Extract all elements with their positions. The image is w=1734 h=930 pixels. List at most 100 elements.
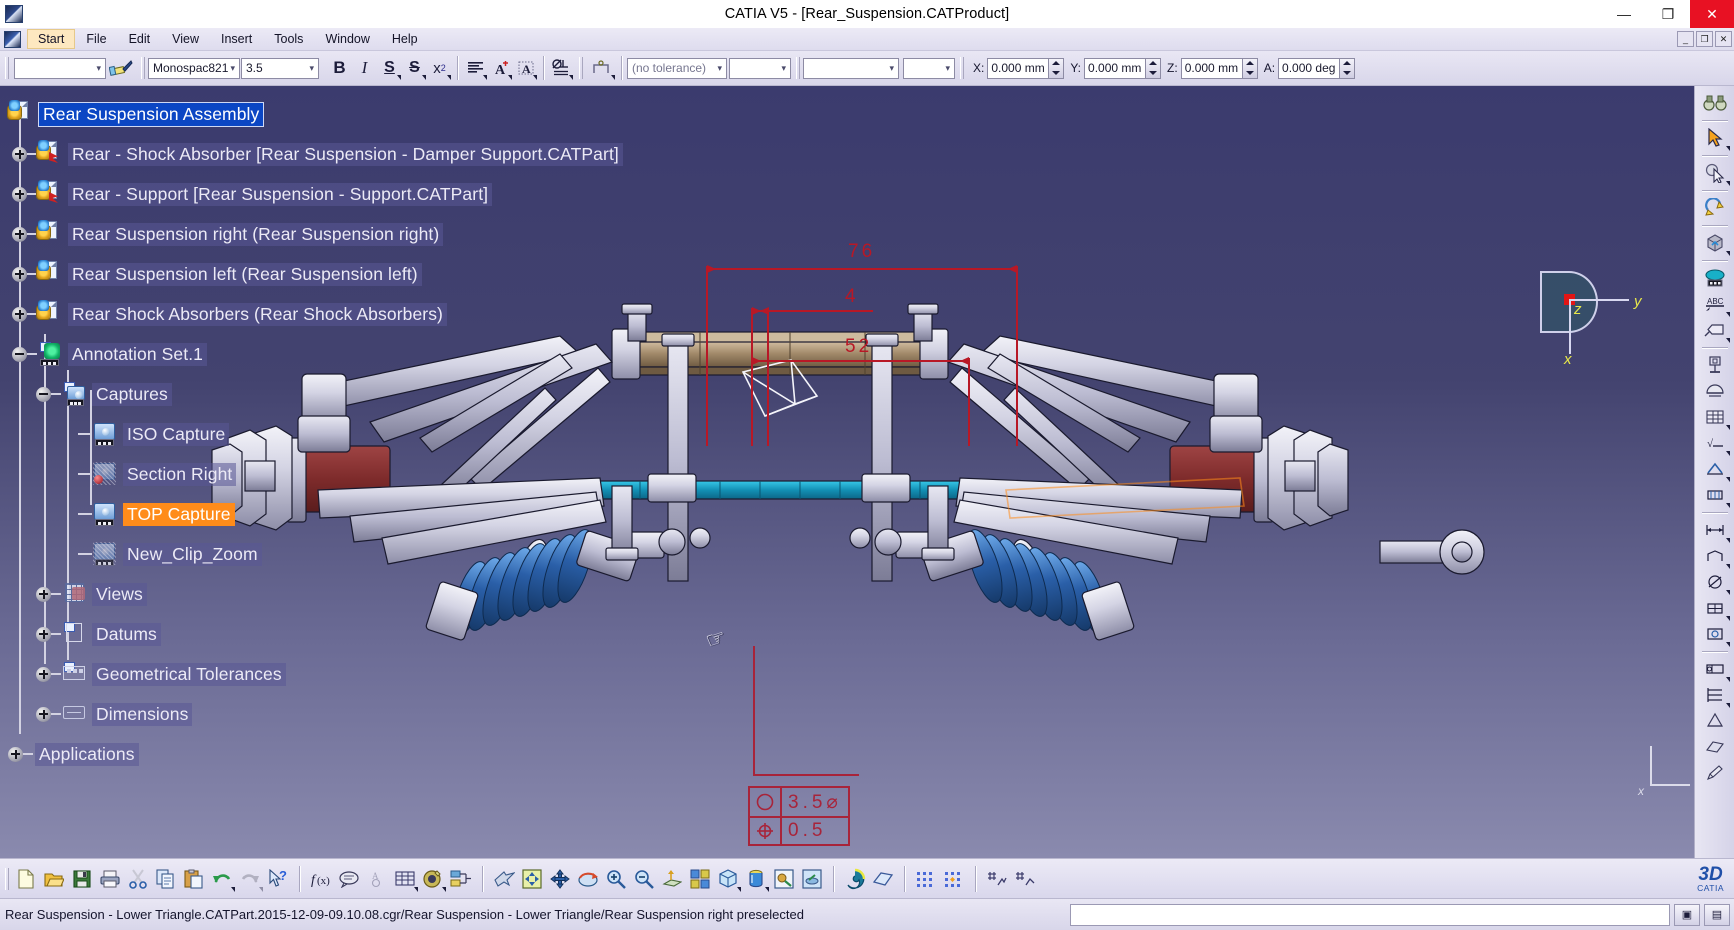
coordinate-dim-icon[interactable]	[1700, 595, 1730, 621]
menu-item-file[interactable]: File	[75, 29, 117, 49]
tolerance-combo[interactable]: (no tolerance) ▾	[627, 57, 727, 79]
tree-item-views[interactable]: Views	[4, 574, 623, 614]
insert-text-icon[interactable]: A	[488, 56, 513, 81]
underline-button[interactable]: S	[377, 56, 402, 81]
grid-highlight-icon[interactable]	[940, 864, 968, 894]
coordinate-y-input[interactable]	[1084, 57, 1147, 79]
coordinate-x-stepper[interactable]	[1049, 57, 1065, 79]
text-frame-icon[interactable]: A	[513, 56, 538, 81]
extra-combo-1[interactable]: ▾	[803, 57, 899, 79]
paste-icon[interactable]	[180, 864, 208, 894]
multi-view-icon[interactable]	[686, 864, 714, 894]
select-feature-icon[interactable]	[1700, 160, 1730, 186]
apply-texture-icon[interactable]	[798, 864, 826, 894]
status-command-input[interactable]	[1070, 903, 1670, 926]
zoom-in-icon[interactable]	[602, 864, 630, 894]
measure-icon[interactable]	[1700, 708, 1730, 734]
menu-app-logo-icon[interactable]	[4, 30, 21, 48]
style-combo[interactable]: ▾	[14, 57, 106, 79]
expand-icon[interactable]	[12, 186, 27, 202]
undo-icon[interactable]	[208, 864, 236, 894]
snap-to-point-2-icon[interactable]	[1011, 864, 1039, 894]
formula-icon[interactable]: f (x)	[307, 864, 335, 894]
menu-item-tools[interactable]: Tools	[263, 29, 314, 49]
menu-item-insert[interactable]: Insert	[210, 29, 263, 49]
coordinate-x-input[interactable]	[987, 57, 1050, 79]
tree-item-iso-capture[interactable]: ISO Capture	[4, 414, 623, 454]
print-icon[interactable]	[96, 864, 124, 894]
collapse-icon[interactable]	[36, 386, 51, 402]
collapse-icon[interactable]	[12, 346, 27, 362]
strikethrough-button[interactable]: S	[402, 56, 427, 81]
minimize-button[interactable]: —	[1602, 0, 1646, 28]
menu-item-edit[interactable]: Edit	[118, 29, 162, 49]
maximize-button[interactable]: ❐	[1646, 0, 1690, 28]
save-icon[interactable]	[68, 864, 96, 894]
tolerance-symbol-icon[interactable]	[549, 56, 574, 81]
menu-item-view[interactable]: View	[161, 29, 210, 49]
datum-icon[interactable]	[1700, 352, 1730, 378]
clipping-icon[interactable]	[869, 864, 897, 894]
roughness-icon[interactable]	[1700, 378, 1730, 404]
mdi-restore-button[interactable]: ❐	[1696, 31, 1713, 47]
select-arrow-icon[interactable]	[1700, 125, 1730, 151]
bold-button[interactable]: B	[327, 56, 352, 81]
toolbar-grip[interactable]	[5, 57, 9, 79]
datum-feature-icon[interactable]	[586, 56, 616, 81]
toolbar-grip-5[interactable]	[960, 57, 964, 79]
thread-icon[interactable]	[1700, 482, 1730, 508]
tree-item-annotation-set[interactable]: Annotation Set.1	[4, 334, 623, 374]
tree-item-section-right[interactable]: Section Right	[4, 454, 623, 494]
tree-item-dimensions[interactable]: Dimensions	[4, 694, 623, 734]
tree-item-rear-suspension-left[interactable]: Rear Suspension left (Rear Suspension le…	[4, 254, 623, 294]
new-icon[interactable]	[12, 864, 40, 894]
fit-all-icon[interactable]	[518, 864, 546, 894]
menu-item-window[interactable]: Window	[314, 29, 380, 49]
catalog-icon[interactable]	[391, 864, 419, 894]
tree-item-datums[interactable]: Datums	[4, 614, 623, 654]
tolerance-value-combo[interactable]: ▾	[729, 57, 791, 79]
coordinate-a-stepper[interactable]	[1340, 57, 1356, 79]
what-is-this-icon[interactable]: ?	[264, 864, 292, 894]
toolbar-grip-3[interactable]	[579, 57, 583, 79]
coordinate-y-stepper[interactable]	[1146, 57, 1162, 79]
3d-viewport[interactable]: 76 4 52 3.5⌀ 0.5 Rear Suspension Assembl…	[0, 86, 1734, 858]
rotate-icon[interactable]	[574, 864, 602, 894]
fly-mode-icon[interactable]	[490, 864, 518, 894]
mdi-close-button[interactable]: ✕	[1715, 31, 1732, 47]
abc-label-icon[interactable]: √	[1700, 430, 1730, 456]
open-icon[interactable]	[40, 864, 68, 894]
status-button-1[interactable]: ▣	[1674, 903, 1700, 926]
edit-icon[interactable]	[1700, 760, 1730, 786]
font-size-combo[interactable]: 3.5 ▾	[241, 57, 319, 79]
normal-view-icon[interactable]	[658, 864, 686, 894]
expand-icon[interactable]	[36, 586, 51, 602]
dimension-icon[interactable]	[1700, 517, 1730, 543]
redo-icon[interactable]	[236, 864, 264, 894]
apply-material-icon[interactable]	[770, 864, 798, 894]
pan-icon[interactable]	[546, 864, 574, 894]
expand-icon[interactable]	[12, 226, 27, 242]
capture-icon[interactable]	[1700, 265, 1730, 291]
stack-dim-icon[interactable]	[1700, 682, 1730, 708]
expand-icon[interactable]	[12, 266, 27, 282]
copy-icon[interactable]	[152, 864, 180, 894]
thread-dim-icon[interactable]	[1700, 569, 1730, 595]
enhanced-scene-icon[interactable]	[841, 864, 869, 894]
expand-icon[interactable]	[8, 746, 23, 762]
expand-icon[interactable]	[36, 626, 51, 642]
italic-button[interactable]: I	[352, 56, 377, 81]
tree-item-applications[interactable]: Applications	[4, 734, 623, 774]
extra-combo-2[interactable]: ▾	[903, 57, 955, 79]
font-combo[interactable]: Monospac821 ▾	[148, 57, 240, 79]
toolbar-grip-4[interactable]	[796, 57, 800, 79]
menu-item-start[interactable]: Start	[27, 29, 76, 49]
tree-item-captures[interactable]: Captures	[4, 374, 623, 414]
expand-icon[interactable]	[12, 146, 27, 162]
expand-icon[interactable]	[12, 306, 27, 322]
tree-item-rear-suspension-assembly[interactable]: Rear Suspension Assembly	[4, 94, 623, 134]
cube-view-icon[interactable]	[1700, 230, 1730, 256]
zoom-out-icon[interactable]	[630, 864, 658, 894]
comment-icon[interactable]	[335, 864, 363, 894]
isometric-view-icon[interactable]	[714, 864, 742, 894]
